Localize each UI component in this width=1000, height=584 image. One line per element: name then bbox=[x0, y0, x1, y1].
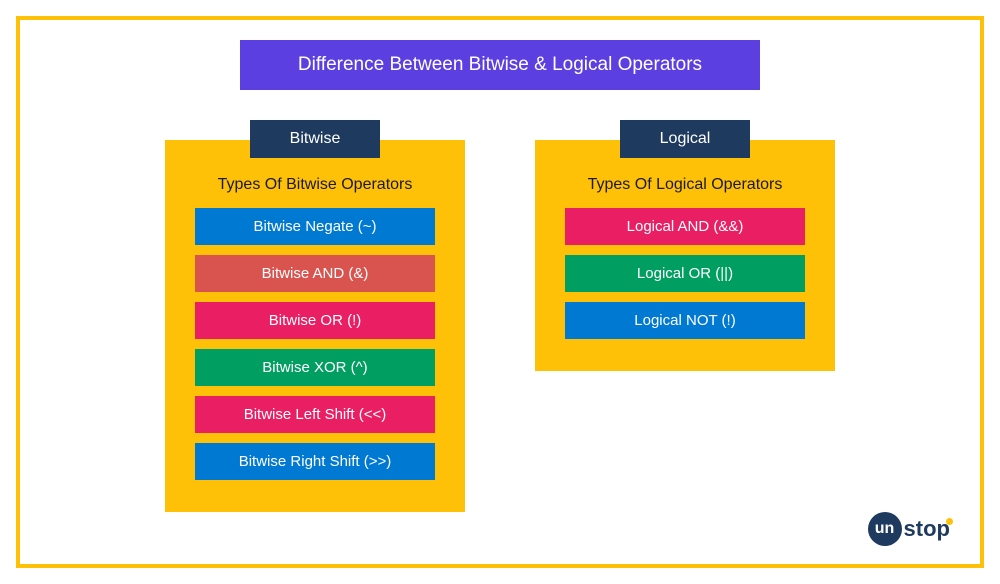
brand-prefix-circle: un bbox=[868, 512, 902, 546]
logical-subheading: Types Of Logical Operators bbox=[588, 176, 783, 194]
bitwise-item-left-shift: Bitwise Left Shift (<<) bbox=[195, 396, 435, 433]
brand-suffix-text: stop bbox=[904, 516, 950, 541]
logical-header: Logical bbox=[620, 120, 751, 158]
bitwise-header: Bitwise bbox=[250, 120, 381, 158]
logical-item-and: Logical AND (&&) bbox=[565, 208, 805, 245]
bitwise-item-negate: Bitwise Negate (~) bbox=[195, 208, 435, 245]
brand-suffix: stop bbox=[904, 516, 950, 542]
bitwise-column: Bitwise Types Of Bitwise Operators Bitwi… bbox=[165, 120, 465, 512]
columns-container: Bitwise Types Of Bitwise Operators Bitwi… bbox=[60, 120, 940, 512]
logical-body: Types Of Logical Operators Logical AND (… bbox=[535, 140, 835, 371]
bitwise-body: Types Of Bitwise Operators Bitwise Negat… bbox=[165, 140, 465, 512]
brand-logo: un stop bbox=[868, 512, 950, 546]
logical-column: Logical Types Of Logical Operators Logic… bbox=[535, 120, 835, 371]
diagram-title: Difference Between Bitwise & Logical Ope… bbox=[240, 40, 760, 90]
bitwise-item-and: Bitwise AND (&) bbox=[195, 255, 435, 292]
bitwise-item-xor: Bitwise XOR (^) bbox=[195, 349, 435, 386]
bitwise-subheading: Types Of Bitwise Operators bbox=[218, 176, 413, 194]
bitwise-item-or: Bitwise OR (!) bbox=[195, 302, 435, 339]
brand-dot-icon bbox=[946, 518, 953, 525]
bitwise-item-right-shift: Bitwise Right Shift (>>) bbox=[195, 443, 435, 480]
diagram-frame: Difference Between Bitwise & Logical Ope… bbox=[16, 16, 984, 568]
logical-item-or: Logical OR (||) bbox=[565, 255, 805, 292]
logical-item-not: Logical NOT (!) bbox=[565, 302, 805, 339]
